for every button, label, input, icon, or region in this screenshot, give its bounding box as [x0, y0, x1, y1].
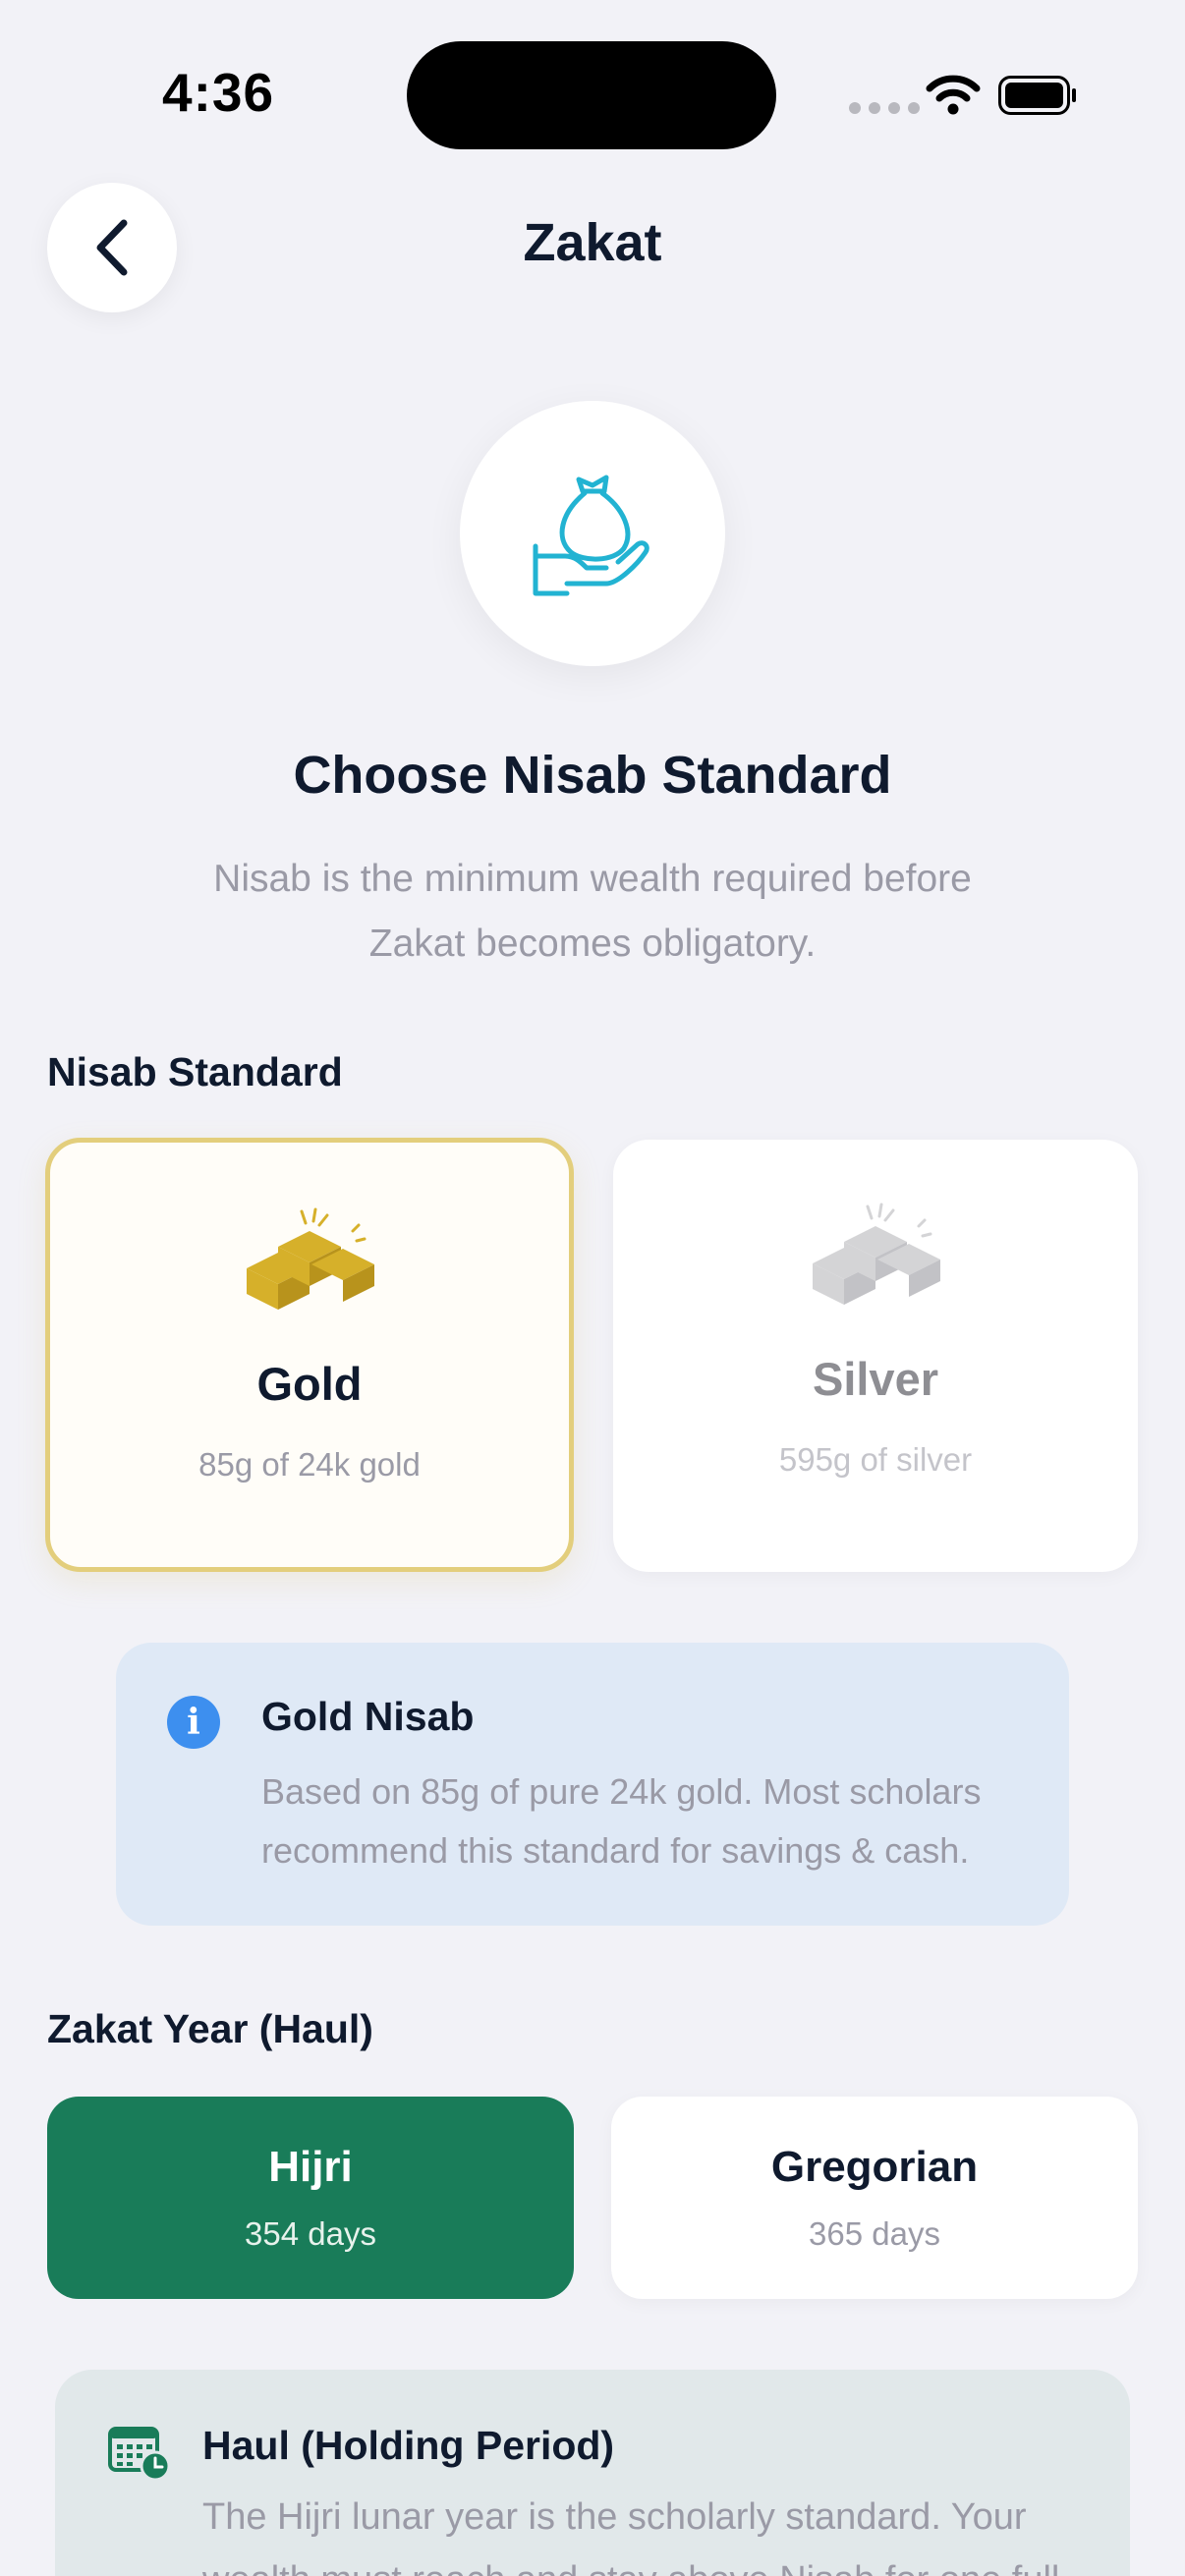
battery-icon	[998, 76, 1076, 115]
nisab-option-name: Silver	[812, 1353, 939, 1405]
calendar-clock-icon	[108, 2427, 171, 2482]
info-text: Based on 85g of pure 24k gold. Most scho…	[261, 1771, 982, 1871]
money-bag-hand-icon	[533, 475, 649, 596]
hero-subtitle: Nisab is the minimum wealth required bef…	[213, 858, 972, 965]
info-title: Gold Nisab	[261, 1694, 475, 1739]
status-time: 4:36	[162, 62, 275, 123]
nisab-option-gold[interactable]: Gold 85g of 24k gold	[45, 1138, 574, 1572]
nisab-section-label: Nisab Standard	[47, 1049, 343, 1094]
hero-icon-circle	[460, 401, 725, 666]
silver-bars-icon	[813, 1203, 940, 1305]
hero-title: Choose Nisab Standard	[293, 746, 892, 805]
note-text: The Hijri lunar year is the scholarly st…	[202, 2496, 1059, 2576]
dynamic-island	[407, 41, 776, 149]
nisab-option-desc: 595g of silver	[778, 1441, 973, 1478]
gold-bars-icon	[247, 1207, 374, 1310]
haul-option-days: 365 days	[809, 2215, 940, 2252]
haul-option-hijri[interactable]: Hijri 354 days	[47, 2097, 574, 2299]
nisab-option-name: Gold	[256, 1358, 363, 1410]
haul-option-name: Hijri	[268, 2143, 353, 2191]
haul-option-name: Gregorian	[770, 2143, 979, 2191]
nisab-option-silver[interactable]: Silver 595g of silver	[613, 1140, 1138, 1572]
haul-section-label: Zakat Year (Haul)	[47, 2006, 373, 2051]
haul-option-days: 354 days	[245, 2215, 376, 2252]
info-icon: i	[167, 1696, 220, 1749]
cellular-signal-icon	[849, 102, 920, 114]
wifi-icon	[926, 75, 981, 115]
page-title: Zakat	[523, 213, 662, 272]
haul-option-gregorian[interactable]: Gregorian 365 days	[611, 2097, 1138, 2299]
nisab-option-desc: 85g of 24k gold	[198, 1446, 421, 1483]
note-title: Haul (Holding Period)	[202, 2423, 615, 2468]
